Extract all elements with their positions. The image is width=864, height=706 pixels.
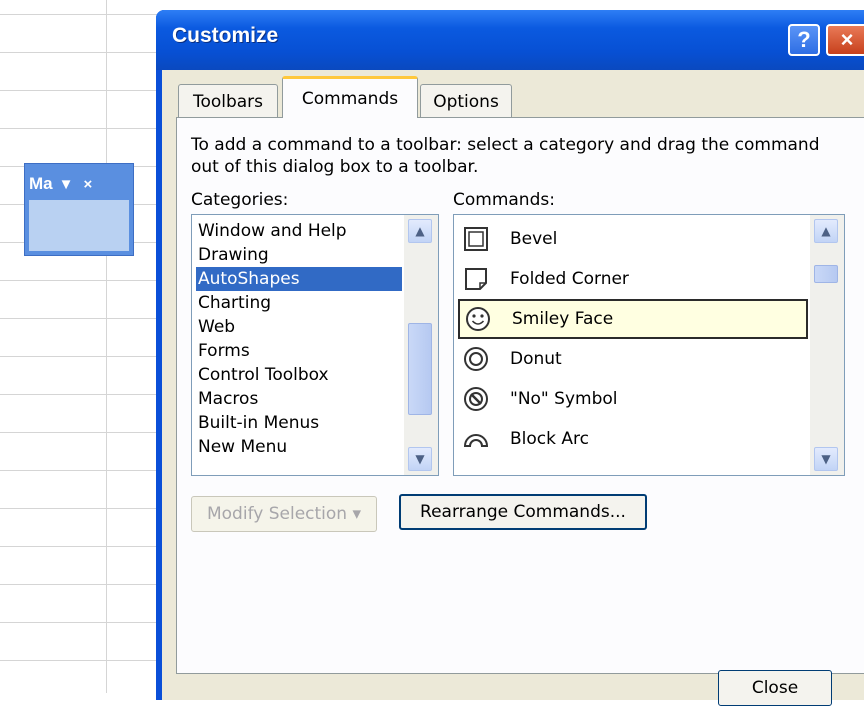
folded-corner-icon [462,265,490,293]
dialog-title: Customize [172,24,279,47]
floating-toolbar-body [29,200,129,251]
bevel-icon [462,225,490,253]
list-item[interactable]: Drawing [196,243,402,267]
scroll-up-icon[interactable]: ▲ [814,219,838,243]
dialog-titlebar[interactable]: Customize ? × [156,10,864,70]
no-symbol-icon [462,385,490,413]
scroll-down-icon[interactable]: ▼ [408,447,432,471]
list-item[interactable]: Block Arc [458,419,798,459]
scroll-up-icon[interactable]: ▲ [408,219,432,243]
window-close-button[interactable]: × [826,24,864,56]
list-item[interactable]: Built-in Menus [196,411,402,435]
floating-toolbar[interactable]: Ma ▼ × [24,163,134,256]
block-arc-icon [462,425,490,453]
list-item[interactable]: New Menu [196,435,402,459]
categories-list[interactable]: Window and Help Drawing AutoShapes Chart… [191,214,439,476]
modify-selection-button[interactable]: Modify Selection ▾ [191,496,377,532]
smiley-face-icon [464,305,492,333]
list-item[interactable]: Folded Corner [458,259,798,299]
commands-list[interactable]: Bevel Folded Corner Smiley Face Donut "N… [453,214,845,476]
command-label: Smiley Face [512,309,614,329]
customize-dialog: Customize ? × Toolbars Commands Options … [156,10,864,706]
list-item[interactable]: Web [196,315,402,339]
scroll-down-icon[interactable]: ▼ [814,447,838,471]
list-item[interactable]: Control Toolbox [196,363,402,387]
help-button[interactable]: ? [788,24,820,56]
list-item[interactable]: Charting [196,291,402,315]
instructions-text: To add a command to a toolbar: select a … [191,135,820,177]
close-icon[interactable]: × [83,176,92,193]
tab-toolbars[interactable]: Toolbars [178,84,278,118]
command-label: Block Arc [510,429,589,449]
commands-label: Commands: [453,190,555,210]
tab-commands[interactable]: Commands [282,76,418,118]
list-item-selected[interactable]: Smiley Face [458,299,808,339]
command-label: Folded Corner [510,269,629,289]
scrollbar-thumb[interactable] [408,323,432,415]
list-item[interactable]: Window and Help [196,219,402,243]
command-label: Donut [510,349,562,369]
list-item[interactable]: Donut [458,339,798,379]
list-item[interactable]: Macros [196,387,402,411]
commands-tab-panel: To add a command to a toolbar: select a … [176,117,864,674]
list-item[interactable]: Bevel [458,219,798,259]
rearrange-commands-button[interactable]: Rearrange Commands... [399,494,647,530]
command-label: "No" Symbol [510,389,618,409]
list-item-selected[interactable]: AutoShapes [196,267,402,291]
list-item[interactable]: Forms [196,339,402,363]
commands-scrollbar[interactable]: ▲ ▼ [810,215,844,475]
list-item[interactable]: "No" Symbol [458,379,798,419]
categories-label: Categories: [191,190,289,210]
floating-toolbar-title: Ma [29,174,53,193]
chevron-down-icon[interactable]: ▼ [59,176,74,193]
donut-icon [462,345,490,373]
dialog-client-area: Toolbars Commands Options To add a comma… [162,70,864,706]
categories-scrollbar[interactable]: ▲ ▼ [404,215,438,475]
floating-toolbar-titlebar[interactable]: Ma ▼ × [29,170,129,198]
scrollbar-thumb[interactable] [814,265,838,283]
tab-options[interactable]: Options [420,84,512,118]
command-label: Bevel [510,229,558,249]
close-button[interactable]: Close [718,670,832,706]
